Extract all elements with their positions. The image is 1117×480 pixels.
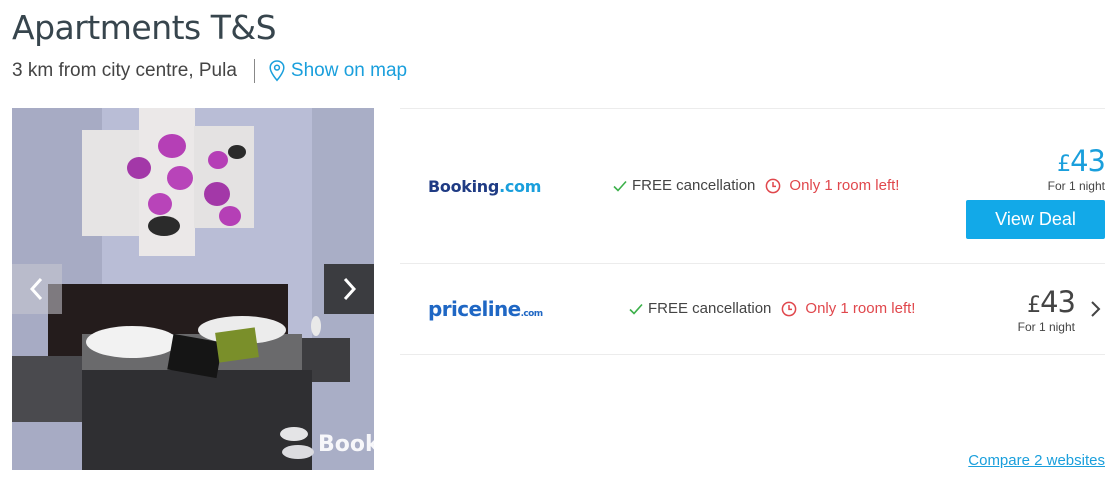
hotel-title: Apartments T&S <box>12 8 277 47</box>
divider <box>253 59 255 83</box>
hotel-subline: 3 km from city centre, Pula Show on map <box>12 58 407 84</box>
deal-features: FREE cancellation Only 1 room left! <box>628 300 915 317</box>
deal-row-booking[interactable]: Booking.com FREE cancellation Only 1 roo… <box>400 108 1106 263</box>
map-pin-icon <box>269 60 285 82</box>
check-icon <box>629 303 643 315</box>
check-icon <box>613 180 627 192</box>
show-on-map-label: Show on map <box>290 60 408 81</box>
rooms-left-warning: Only 1 room left! <box>765 177 899 194</box>
photo-watermark: Booki <box>318 432 374 457</box>
price-per-night: For 1 night <box>1047 179 1105 193</box>
view-deal-button[interactable]: View Deal <box>966 200 1105 239</box>
chevron-left-icon <box>29 277 43 301</box>
gallery-prev-button[interactable] <box>12 264 62 314</box>
location-text: 3 km from city centre, Pula <box>12 60 237 81</box>
clock-icon <box>782 301 797 316</box>
price-amount: £43 <box>1027 285 1076 319</box>
price-per-night: For 1 night <box>1017 320 1075 334</box>
deal-price: £43 For 1 night <box>1047 144 1106 193</box>
free-cancellation: FREE cancellation <box>612 177 755 194</box>
booking-logo: Booking.com <box>428 177 542 196</box>
deals-list: Booking.com FREE cancellation Only 1 roo… <box>400 108 1106 355</box>
clock-icon <box>766 178 781 193</box>
rooms-left-warning: Only 1 room left! <box>781 300 915 317</box>
price-amount: £43 <box>1057 144 1106 178</box>
deal-features: FREE cancellation Only 1 room left! <box>612 177 899 194</box>
chevron-right-icon <box>343 277 357 301</box>
deal-row-priceline[interactable]: priceline.com FREE cancellation Only 1 r… <box>400 263 1105 355</box>
show-on-map-link[interactable]: Show on map <box>269 60 407 82</box>
compare-websites-link[interactable]: Compare 2 websites <box>968 452 1105 469</box>
gallery-next-button[interactable] <box>324 264 374 314</box>
priceline-logo: priceline.com <box>428 297 543 321</box>
room-image <box>12 108 374 470</box>
free-cancellation: FREE cancellation <box>628 300 771 317</box>
chevron-right-icon[interactable] <box>1089 300 1101 318</box>
hotel-photo[interactable]: Booki <box>12 108 374 470</box>
deal-price: £43 For 1 night <box>1017 285 1076 334</box>
